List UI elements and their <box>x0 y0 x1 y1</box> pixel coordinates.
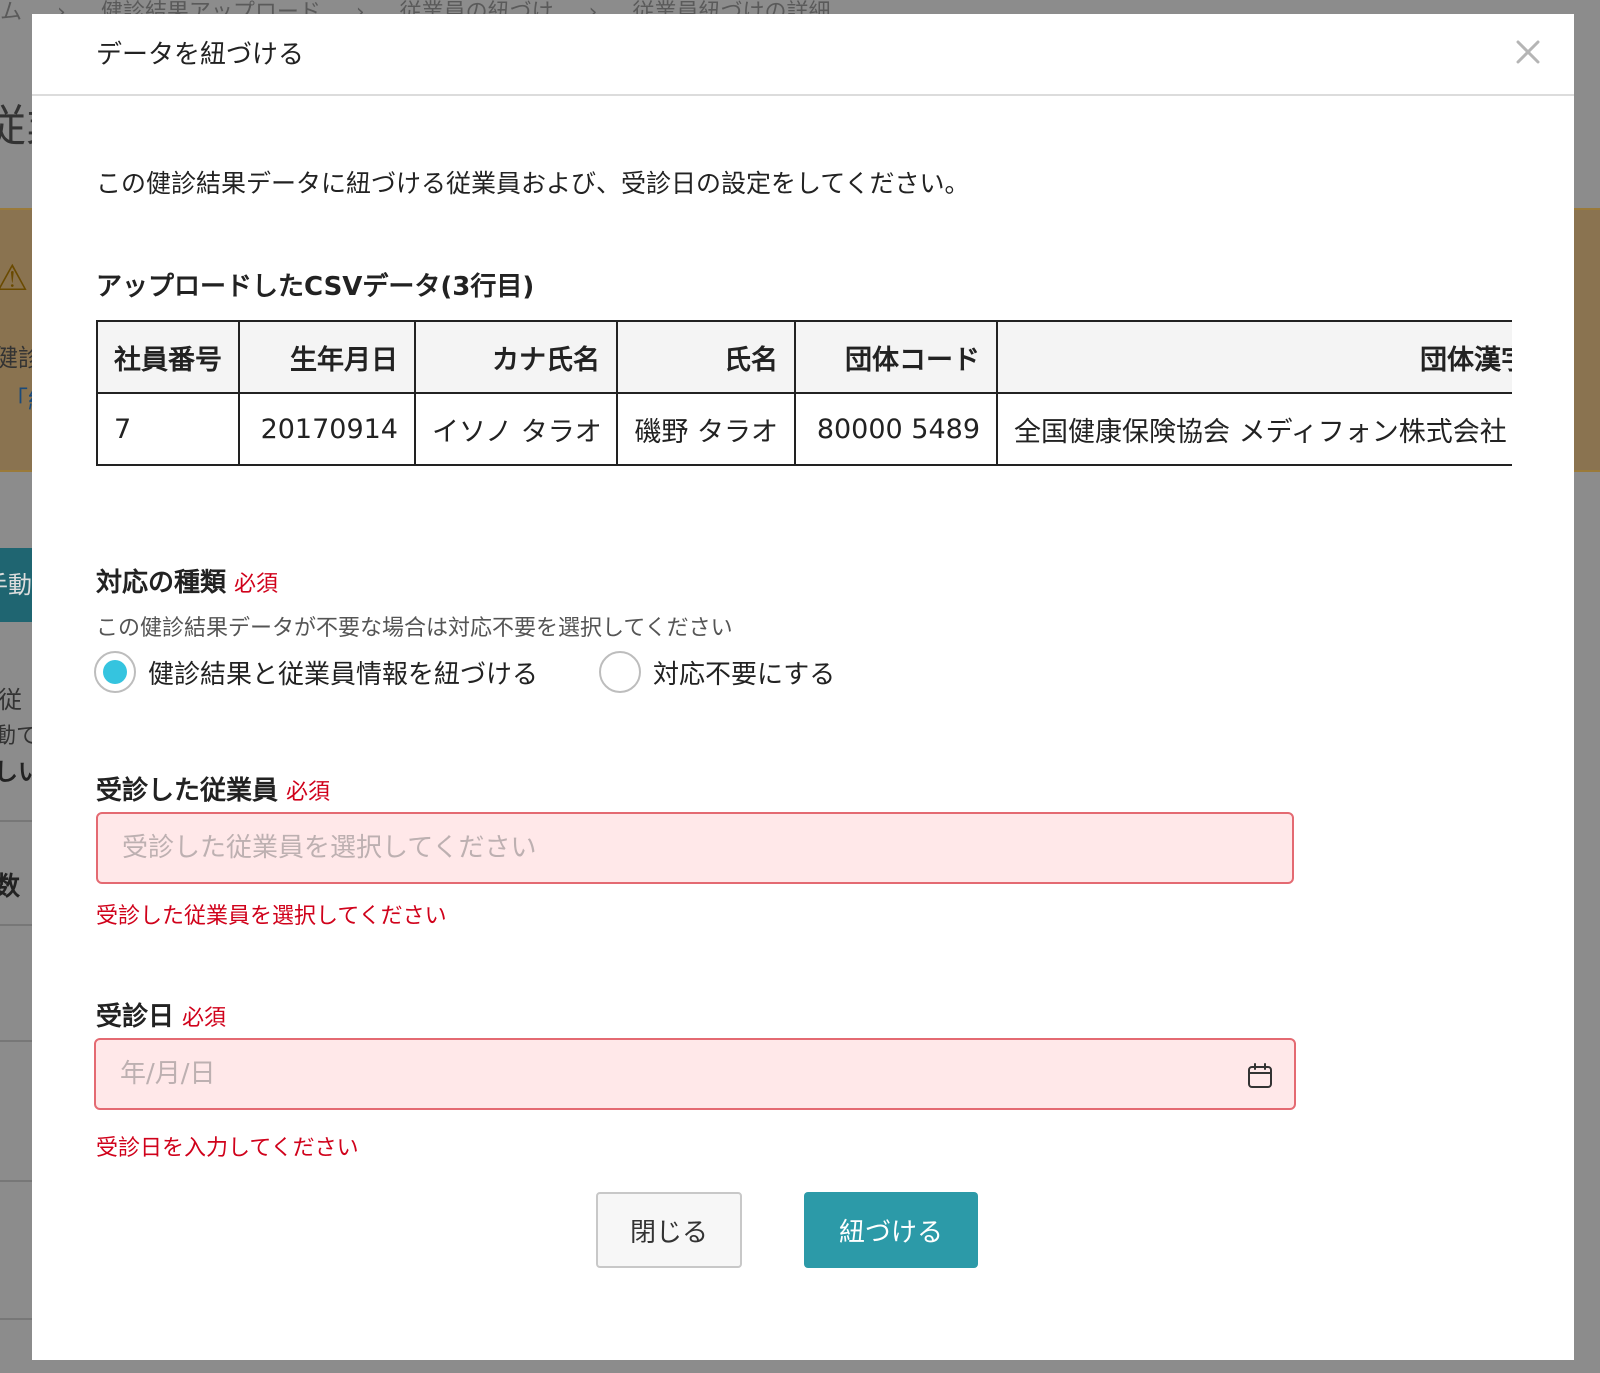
employee-label-text: 受診した従業員 <box>96 776 279 806</box>
table-row: 7 20170914 イソノ タラオ 磯野 タラオ 80000 5489 全国健… <box>96 392 1512 466</box>
exam-date-field[interactable] <box>94 1038 1296 1110</box>
exam-date-input[interactable] <box>96 1040 1294 1108</box>
csv-section-heading: アップロードしたCSVデータ(3行目) <box>96 272 535 302</box>
background-text: 数 <box>0 872 21 902</box>
exam-date-error-message: 受診日を入力してください <box>96 1136 359 1161</box>
modal-intro-text: この健診結果データに紐づける従業員および、受診日の設定をしてください。 <box>96 169 970 198</box>
radio-label-no-action: 対応不要にする <box>653 659 836 690</box>
background-text: 従 <box>0 686 22 714</box>
cell-employee-number: 7 <box>96 392 240 466</box>
employee-error-message: 受診した従業員を選択してください <box>96 904 447 929</box>
cell-name: 磯野 タラオ <box>616 392 796 466</box>
link-data-modal: データを紐づける この健診結果データに紐づける従業員および、受診日の設定をしてく… <box>32 14 1574 1360</box>
close-button[interactable]: 閉じる <box>596 1192 742 1268</box>
required-badge: 必須 <box>234 572 279 597</box>
column-header-employee-number: 社員番号 <box>96 320 240 394</box>
warning-icon: ⚠ <box>0 258 29 299</box>
exam-date-label-text: 受診日 <box>96 1002 175 1032</box>
modal-header: データを紐づける <box>32 14 1574 96</box>
required-badge: 必須 <box>182 1006 227 1031</box>
response-type-label: 対応の種類 必須 <box>96 562 278 599</box>
cell-kana-name: イソノ タラオ <box>414 392 618 466</box>
response-type-label-text: 対応の種類 <box>96 568 227 598</box>
cell-group-code: 80000 5489 <box>794 392 998 466</box>
csv-table-container[interactable]: 社員番号 生年月日 カナ氏名 氏名 団体コード 団体漢字名称 7 2017091… <box>96 320 1512 472</box>
column-header-group-name: 団体漢字名称 <box>996 320 1512 394</box>
background-breadcrumb-item: ム <box>0 0 23 25</box>
response-type-helper: この健診結果データが不要な場合は対応不要を選択してください <box>96 616 733 641</box>
radio-label-link: 健診結果と従業員情報を紐づける <box>148 659 539 690</box>
csv-data-table: 社員番号 生年月日 カナ氏名 氏名 団体コード 団体漢字名称 7 2017091… <box>96 320 1512 466</box>
column-header-kana-name: カナ氏名 <box>414 320 618 394</box>
background-manual-button: 手動 <box>0 548 32 622</box>
employee-label: 受診した従業員 必須 <box>96 770 330 807</box>
employee-select-input[interactable] <box>98 814 1292 882</box>
column-header-birthdate: 生年月日 <box>238 320 416 394</box>
close-icon[interactable] <box>1508 32 1548 72</box>
required-badge: 必須 <box>286 780 331 805</box>
cell-birthdate: 20170914 <box>238 392 416 466</box>
radio-option-link[interactable]: 健診結果と従業員情報を紐づける <box>94 648 538 696</box>
cell-group-name: 全国健康保険協会 メディフォン株式会社 <box>996 392 1512 466</box>
radio-button-link[interactable] <box>94 651 136 693</box>
link-button[interactable]: 紐づける <box>804 1192 978 1268</box>
column-header-name: 氏名 <box>616 320 796 394</box>
exam-date-label: 受診日 必須 <box>96 996 226 1033</box>
column-header-group-code: 団体コード <box>794 320 998 394</box>
employee-select-field[interactable] <box>96 812 1294 884</box>
modal-title: データを紐づける <box>96 40 305 70</box>
radio-option-no-action[interactable]: 対応不要にする <box>599 648 835 696</box>
table-header-row: 社員番号 生年月日 カナ氏名 氏名 団体コード 団体漢字名称 <box>96 320 1512 394</box>
calendar-icon[interactable] <box>1246 1062 1274 1090</box>
radio-button-no-action[interactable] <box>599 651 641 693</box>
